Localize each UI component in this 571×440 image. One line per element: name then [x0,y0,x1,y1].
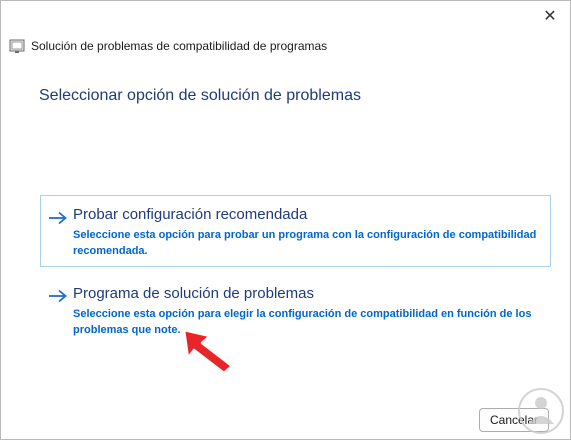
page-title: Seleccionar opción de solución de proble… [39,87,361,104]
window-title: Solución de problemas de compatibilidad … [31,39,328,53]
watermark-logo-icon [518,388,564,434]
option-description: Seleccione esta opción para probar un pr… [73,229,537,257]
troubleshooter-window: ✕ Solución de problemas de compatibilida… [0,0,571,440]
option-description: Seleccione esta opción para elegir la co… [73,308,532,336]
option-troubleshoot-program[interactable]: Programa de solución de problemas Selecc… [40,273,551,339]
window-header: Solución de problemas de compatibilidad … [9,37,327,55]
close-button[interactable]: ✕ [530,1,570,31]
arrow-right-icon [47,288,69,304]
troubleshooter-app-icon [9,38,25,54]
arrow-right-icon [47,210,69,226]
title-bar[interactable]: ✕ [1,1,570,31]
close-icon: ✕ [543,8,557,25]
annotation-arrow-icon [182,328,234,375]
option-title: Programa de solución de problemas [73,285,314,302]
option-try-recommended-settings[interactable]: Probar configuración recomendada Selecci… [40,195,551,267]
option-title: Probar configuración recomendada [73,206,308,223]
